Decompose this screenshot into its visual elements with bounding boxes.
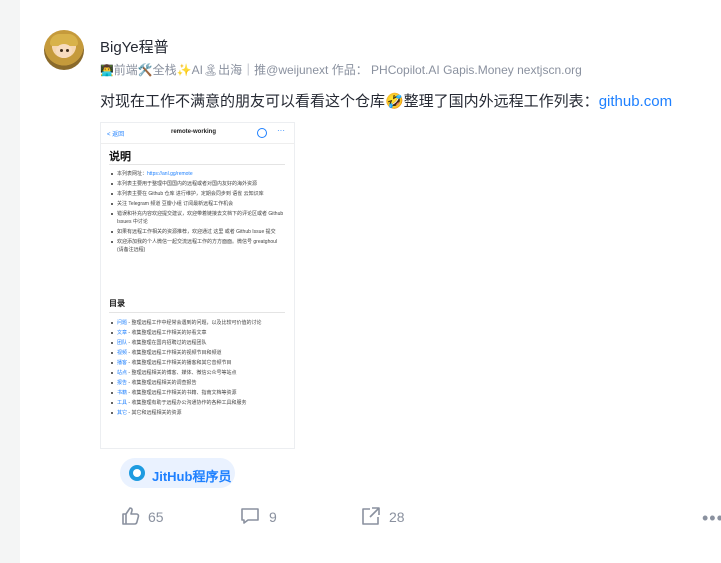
image-toc-text: - 整理远程工作中经常会遇到的问题，以及比较可价值的讨论 <box>127 320 262 326</box>
image-intro-text: 错误和补充内容欢迎提交建议，欢迎带着链接去文档下的评论区或者 Github Is… <box>117 211 284 225</box>
image-intro-item: 本列表网址：https://anl.gg/remote <box>109 170 285 178</box>
image-toc-link: 问题 <box>117 320 128 326</box>
post-content: 对现在工作不满意的朋友可以看看这个仓库🤣整理了国内外远程工作列表：github.… <box>100 92 672 112</box>
image-toc-text: - 其它和远程相关的资源 <box>127 410 182 416</box>
image-nav-bar: < 返回 remote-working ··· <box>101 123 294 144</box>
image-more-icon: ··· <box>277 126 285 135</box>
image-toc-item: 团队 - 收集整理在国内招聘过的远程团队 <box>109 339 285 347</box>
author-bio-text: 前端🛠️全栈✨AI🏝出海｜推@weijunext 作品： PHCopilot.A… <box>113 63 582 77</box>
page-gutter <box>0 0 20 563</box>
image-intro-text: 本列表主要在 Github 仓库 进行维护，定期会同步到 语雀 云知识库 <box>117 191 264 197</box>
image-intro-item: 欢迎添加我的个人微信一起交流远程工作的方方面面。微信号 greatghoul (… <box>109 238 285 254</box>
image-toc-item: 问题 - 整理远程工作中经常会遇到的问题，以及比较可价值的讨论 <box>109 319 285 327</box>
image-toc-link: 书籍 <box>117 390 128 396</box>
image-toc-text: - 收集整理远程工作相关的视频节目和频道 <box>127 350 222 356</box>
post-link[interactable]: github.com <box>599 93 672 110</box>
comment-icon <box>241 508 259 524</box>
post-image[interactable]: < 返回 remote-working ··· 说明 本列表网址：https:/… <box>100 122 295 449</box>
image-repo-title: remote-working <box>171 129 217 135</box>
image-intro-link: https://anl.gg/remote <box>147 171 193 177</box>
topic-tag[interactable]: JitHub程序员 <box>120 458 235 488</box>
image-toc-link: 文章 <box>117 330 128 336</box>
image-toc-item: 工具 - 收集整理有助于远程办公沟通协作的各种工具和服务 <box>109 399 285 407</box>
image-toc-divider <box>109 312 285 313</box>
image-toc-link: 其它 <box>117 410 128 416</box>
circle-tag-icon <box>129 465 145 481</box>
image-toc-item: 书籍 - 收集整理远程工作相关的书籍、指南文档等资源 <box>109 389 285 397</box>
image-toc-item: 报告 - 收集整理远程相关的调查报告 <box>109 379 285 387</box>
share-count: 28 <box>389 509 405 525</box>
like-count: 65 <box>148 509 164 525</box>
image-toc-item: 播客 - 收集整理远程工作相关的播客和其它音频节目 <box>109 359 285 367</box>
image-toc-link: 团队 <box>117 340 128 346</box>
image-divider <box>109 164 285 165</box>
image-toc-item: 视频 - 收集整理远程工作相关的视频节目和频道 <box>109 349 285 357</box>
image-toc-item: 文章 - 收集整理远程工作相关的好看文章 <box>109 329 285 337</box>
image-toc-text: - 收集整理有助于远程办公沟通协作的各种工具和服务 <box>127 400 247 406</box>
image-toc-item: 站点 - 整理远程相关的博客、媒体、微信公众号等站点 <box>109 369 285 377</box>
author-bio: 👨‍💻前端🛠️全栈✨AI🏝出海｜推@weijunext 作品： PHCopilo… <box>100 61 582 78</box>
image-toc-text: - 收集整理远程工作相关的好看文章 <box>127 330 207 336</box>
image-plus-icon <box>257 128 267 138</box>
image-intro-list: 本列表网址：https://anl.gg/remote 本列表主要用于整理中国国内… <box>109 170 285 256</box>
image-toc-text: - 收集整理远程工作相关的书籍、指南文档等资源 <box>127 390 237 396</box>
thumbs-up-icon <box>122 507 140 525</box>
image-toc-link: 工具 <box>117 400 128 406</box>
image-back-link: < 返回 <box>107 132 125 138</box>
image-toc-text: - 收集整理远程相关的调查报告 <box>127 380 197 386</box>
image-intro-item: 本列表主要在 Github 仓库 进行维护，定期会同步到 语雀 云知识库 <box>109 190 285 198</box>
author-avatar[interactable] <box>44 30 84 70</box>
image-toc-link: 报告 <box>117 380 128 386</box>
image-intro-item: 关注 Telegram 频道 豆瓣小组 订阅最新远程工作机会 <box>109 200 285 208</box>
avatar-eye-right <box>66 49 69 52</box>
image-intro-text: 本列表主要用于整理中国国内的远程或者对国内友好的海外资源 <box>117 181 258 187</box>
developer-emoji-icon: 👨‍💻 <box>100 65 114 77</box>
image-toc-link: 视频 <box>117 350 128 356</box>
image-toc-link: 播客 <box>117 360 128 366</box>
share-icon <box>362 507 380 525</box>
image-intro-text: 关注 Telegram 频道 豆瓣小组 订阅最新远程工作机会 <box>117 201 234 207</box>
topic-tag-label: JitHub程序员 <box>152 469 232 484</box>
image-intro-item: 错误和补充内容欢迎提交建议，欢迎带着链接去文档下的评论区或者 Github Is… <box>109 210 285 226</box>
image-toc-text: - 收集整理在国内招聘过的远程团队 <box>127 340 207 346</box>
avatar-face <box>56 44 72 58</box>
image-intro-text: 本列表网址： <box>117 171 148 177</box>
more-options-icon[interactable]: ••• <box>702 508 721 529</box>
image-heading: 说明 <box>109 151 131 163</box>
image-toc-link: 站点 <box>117 370 128 376</box>
post-body-text: 对现在工作不满意的朋友可以看看这个仓库🤣整理了国内外远程工作列表： <box>100 93 599 110</box>
comment-count: 9 <box>269 509 277 525</box>
image-toc-heading: 目录 <box>109 299 125 308</box>
image-toc-text: - 整理远程相关的博客、媒体、微信公众号等站点 <box>127 370 237 376</box>
image-intro-item: 如果有远程工作相关的资源推荐，欢迎通过 这里 或者 Github Issue 提… <box>109 228 285 236</box>
image-toc-list: 问题 - 整理远程工作中经常会遇到的问题，以及比较可价值的讨论 文章 - 收集整理… <box>109 319 285 419</box>
image-toc-item: 其它 - 其它和远程相关的资源 <box>109 409 285 417</box>
author-name[interactable]: BigYe程普 <box>100 36 169 57</box>
image-toc-text: - 收集整理远程工作相关的播客和其它音频节目 <box>127 360 232 366</box>
image-intro-item: 本列表主要用于整理中国国内的远程或者对国内友好的海外资源 <box>109 180 285 188</box>
post-card: BigYe程普 👨‍💻前端🛠️全栈✨AI🏝出海｜推@weijunext 作品： … <box>20 0 721 563</box>
image-intro-text: 欢迎添加我的个人微信一起交流远程工作的方方面面。微信号 greatghoul (… <box>117 239 278 253</box>
avatar-eye-left <box>60 49 63 52</box>
image-intro-text: 如果有远程工作相关的资源推荐，欢迎通过 这里 或者 Github Issue 提… <box>117 229 276 235</box>
